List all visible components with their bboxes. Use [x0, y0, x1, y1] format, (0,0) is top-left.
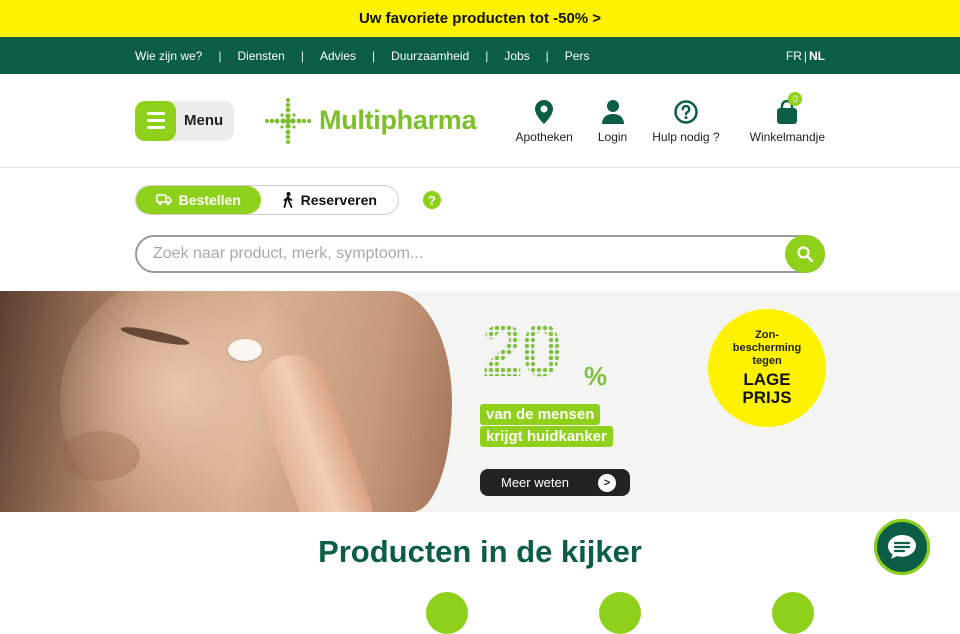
separator: |	[300, 48, 304, 63]
chat-button[interactable]	[874, 519, 930, 575]
user-icon	[601, 99, 624, 124]
low-price-badge: Zon- bescherming tegen LAGE PRIJS	[708, 309, 826, 427]
cart-link[interactable]: 0 Winkelmandje	[749, 91, 825, 144]
badge-line-2: bescherming	[732, 342, 802, 354]
hamburger-icon	[135, 100, 176, 141]
mode-toggle-row: Bestellen Reserveren ?	[135, 185, 825, 215]
separator: |	[545, 48, 549, 63]
promo-banner[interactable]: Uw favoriete producten tot -50% >	[0, 0, 960, 37]
chat-bubble-icon	[888, 535, 916, 559]
cart-label: Winkelmandje	[749, 129, 825, 144]
location-pin-icon	[535, 99, 554, 124]
menu-label: Menu	[184, 112, 224, 129]
arrow-right-icon: >	[598, 473, 616, 492]
walking-person-icon	[283, 192, 293, 208]
login-link[interactable]: Login	[598, 99, 627, 144]
order-option[interactable]: Bestellen	[136, 186, 261, 214]
hero-line-1: van de mensen	[480, 404, 601, 425]
pharmacy-cross-icon	[265, 97, 311, 144]
lang-nl[interactable]: NL	[809, 49, 825, 63]
help-label: Hulp nodig ?	[652, 129, 720, 144]
reserve-label: Reserveren	[300, 192, 377, 208]
toplink-press[interactable]: Pers	[565, 49, 590, 63]
login-label: Login	[597, 129, 628, 144]
toplink-sustainability[interactable]: Duurzaamheid	[391, 49, 469, 63]
search-input[interactable]	[137, 245, 777, 263]
menu-button[interactable]: Menu	[135, 100, 234, 141]
learn-more-button[interactable]: Meer weten >	[480, 469, 630, 496]
header-actions: Apotheken Login Hulp nodig ? 0 Winkelman…	[515, 74, 825, 168]
toplink-services[interactable]: Diensten	[237, 49, 284, 63]
stat-percent: %	[584, 361, 608, 391]
help-question-icon[interactable]: ?	[423, 191, 441, 209]
badge-line-1: Zon-	[755, 329, 779, 341]
search-button[interactable]	[785, 235, 825, 273]
help-link[interactable]: Hulp nodig ?	[652, 99, 720, 144]
category-circle[interactable]	[772, 592, 814, 634]
cart-count-badge: 0	[788, 91, 803, 106]
featured-products-title: Producten in de kijker	[318, 534, 642, 569]
pharmacies-link[interactable]: Apotheken	[515, 99, 573, 144]
order-mode-toggle: Bestellen Reserveren	[135, 185, 399, 215]
pharmacies-label: Apotheken	[515, 129, 573, 144]
hero-photo	[0, 291, 452, 512]
top-links: Wie zijn we? | Diensten | Advies | Duurz…	[135, 49, 589, 63]
toplink-jobs[interactable]: Jobs	[504, 49, 529, 63]
badge-big-1: LAGE	[743, 370, 791, 389]
top-navigation: Wie zijn we? | Diensten | Advies | Duurz…	[0, 37, 960, 74]
search-bar	[135, 235, 825, 273]
learn-more-label: Meer weten	[501, 475, 569, 490]
search-area: Bestellen Reserveren ?	[0, 168, 960, 291]
lang-divider: |	[803, 48, 807, 63]
toplink-about[interactable]: Wie zijn we?	[135, 49, 202, 63]
promo-text[interactable]: Uw favoriete producten tot -50% >	[359, 10, 601, 27]
hero-banner[interactable]: 20 % van de mensen krijgt huidkanker Mee…	[0, 291, 960, 512]
stat-number: 20	[482, 309, 562, 392]
badge-line-3: tegen	[752, 355, 782, 367]
logo-text: Multipharma	[319, 105, 477, 135]
hero-statistic: 20 %	[482, 309, 607, 392]
site-logo[interactable]: Multipharma	[263, 96, 477, 146]
site-header: Menu Multipharma Apotheken Login Hulp no…	[0, 74, 960, 168]
category-circle[interactable]	[599, 592, 641, 634]
separator: |	[485, 48, 489, 63]
toplink-advice[interactable]: Advies	[320, 49, 356, 63]
language-switcher: FR | NL	[786, 49, 825, 63]
search-icon	[797, 246, 813, 262]
separator: |	[372, 48, 376, 63]
help-circle-icon	[674, 99, 698, 124]
hero-line-2: krijgt huidkanker	[480, 426, 613, 447]
lang-fr[interactable]: FR	[786, 49, 802, 63]
reserve-option[interactable]: Reserveren	[261, 186, 398, 214]
delivery-truck-icon	[155, 194, 172, 206]
category-circle[interactable]	[426, 592, 468, 634]
order-label: Bestellen	[178, 192, 241, 208]
separator: |	[218, 48, 222, 63]
badge-big-2: PRIJS	[742, 388, 792, 407]
